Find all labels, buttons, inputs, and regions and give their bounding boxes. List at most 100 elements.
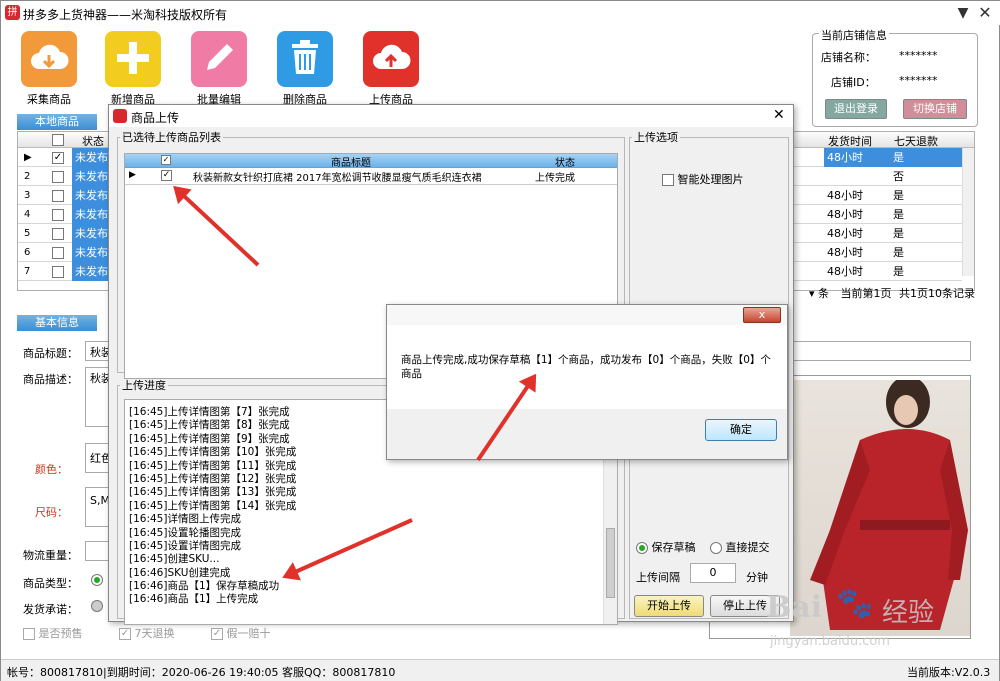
- row-ship-time: 48小时: [827, 265, 863, 278]
- row-number: 7: [24, 266, 31, 277]
- window-title: 拼多多上货神器——米淘科技版权所有: [23, 8, 228, 22]
- interval-label: 上传间隔: [636, 571, 680, 584]
- log-line: [16:45]上传详情图第【11】张完成: [129, 459, 297, 472]
- shop-name-label: 店铺名称：: [821, 51, 876, 64]
- shop-name-value: *******: [899, 49, 938, 62]
- row-checkbox[interactable]: [52, 224, 68, 243]
- color-label: 颜色：: [35, 463, 68, 476]
- type-label: 商品类型：: [23, 577, 78, 590]
- log-line: [16:46]SKU创建完成: [129, 566, 231, 579]
- smart-image-checkbox[interactable]: 智能处理图片: [662, 171, 744, 187]
- log-line: [16:45]上传详情图第【13】张完成: [129, 486, 297, 499]
- promise-label: 发货承诺：: [23, 603, 78, 616]
- row-refund: 是: [893, 265, 904, 278]
- direct-submit-radio[interactable]: 直接提交: [710, 539, 770, 555]
- pager-dropdown-icon[interactable]: ▾: [809, 287, 818, 300]
- row-refund: 是: [890, 148, 962, 167]
- message-box-close-icon[interactable]: x: [743, 307, 781, 323]
- row-ship-time: 48小时: [827, 208, 863, 221]
- pager-unit: 条: [818, 287, 830, 300]
- log-line: [16:45]上传详情图第【7】张完成: [129, 406, 290, 418]
- product-photo: [790, 376, 970, 636]
- shop-id-label: 店铺ID：: [831, 76, 876, 89]
- row-number: 4: [24, 209, 31, 220]
- logout-button[interactable]: 退出登录: [825, 99, 887, 119]
- log-line: [16:45]上传详情图第【10】张完成: [129, 446, 297, 459]
- pencil-tool-button[interactable]: [191, 31, 247, 87]
- row-refund: 是: [893, 227, 904, 240]
- row-checkbox[interactable]: [52, 205, 68, 224]
- upload-list-legend: 已选待上传商品列表: [122, 131, 221, 144]
- upload-list-row[interactable]: ▶ ✓ 秋装新款女针织打底裙 2017年宽松调节收腰显瘦气质毛织连衣裙 上传完成: [125, 168, 617, 185]
- log-line: [16:46]商品【1】保存草稿成功: [129, 580, 280, 593]
- start-upload-button[interactable]: 开始上传: [634, 595, 704, 617]
- row-ship-time: [824, 167, 890, 186]
- title-label: 商品标题：: [23, 347, 78, 360]
- upload-progress-legend: 上传进度: [122, 379, 166, 392]
- app-logo-icon: 拼: [5, 5, 20, 20]
- row-checkbox[interactable]: ✓: [52, 148, 68, 167]
- dialog-logo-icon: [113, 109, 127, 123]
- log-scroll-thumb[interactable]: [606, 528, 615, 598]
- fake-refund-checkbox[interactable]: ✓ 假一赔十: [211, 625, 271, 641]
- row-number: 5: [24, 228, 31, 239]
- fake-refund-label: 假一赔十: [226, 627, 271, 640]
- row-checkbox[interactable]: [52, 167, 68, 186]
- close-icon[interactable]: ✕: [971, 3, 999, 23]
- shop-info-panel: 当前店铺信息 店铺名称： ******* 店铺ID： ******* 退出登录 …: [812, 27, 978, 127]
- row-number: 3: [24, 190, 31, 201]
- save-draft-radio[interactable]: 保存草稿: [636, 539, 696, 555]
- row-number: 2: [24, 171, 31, 182]
- tab-basic-info[interactable]: 基本信息: [17, 315, 97, 331]
- upload-item-title: 秋装新款女针织打底裙 2017年宽松调节收腰显瘦气质毛织连衣裙: [193, 173, 482, 184]
- interval-unit: 分钟: [746, 571, 768, 584]
- stop-upload-button[interactable]: 停止上传: [710, 595, 780, 617]
- version-info: 当前版本:V2.0.3: [907, 666, 991, 679]
- trash-tool-button[interactable]: [277, 31, 333, 87]
- row-refund: 是: [893, 189, 904, 202]
- plus-tool-button[interactable]: [105, 31, 161, 87]
- trash-icon: [290, 39, 320, 79]
- upload-dialog-title: 商品上传: [131, 111, 180, 125]
- size-label: 尺码：: [35, 506, 68, 519]
- log-line: [16:45]详情图上传完成: [129, 513, 241, 526]
- upload-options-legend: 上传选项: [634, 131, 678, 144]
- log-line: [16:45]上传详情图第【14】张完成: [129, 499, 297, 512]
- upload-row-checkbox[interactable]: ✓: [161, 170, 172, 181]
- interval-input[interactable]: 0: [690, 563, 736, 583]
- cloud-download-icon: [29, 43, 69, 76]
- refund-header: 七天退款: [894, 135, 938, 148]
- row-checkbox[interactable]: [52, 243, 68, 262]
- tab-local-products[interactable]: 本地商品: [17, 114, 97, 130]
- log-line: [16:45]设置轮播图完成: [129, 526, 241, 539]
- row-ship-time: 48小时: [827, 227, 863, 240]
- cloud-upload-tool-button[interactable]: [363, 31, 419, 87]
- row-checkbox[interactable]: [52, 186, 68, 205]
- save-draft-label: 保存草稿: [651, 541, 696, 554]
- shop-info-legend: 当前店铺信息: [819, 27, 889, 43]
- presale-checkbox[interactable]: 是否预售: [23, 625, 83, 641]
- pencil-icon: [201, 40, 237, 79]
- seven-day-checkbox[interactable]: ✓ 7天退换: [119, 625, 175, 641]
- upload-dialog-titlebar: 商品上传 ✕: [109, 105, 793, 127]
- upload-dialog-close-icon[interactable]: ✕: [773, 107, 785, 123]
- upload-select-all-checkbox[interactable]: ✓: [161, 155, 171, 165]
- seven-day-label: 7天退换: [134, 627, 175, 640]
- log-line: [16:45]设置详情图完成: [129, 539, 241, 552]
- ship-time-header: 发货时间: [828, 135, 872, 148]
- grid-scrollbar[interactable]: [962, 148, 974, 276]
- promise-radio[interactable]: [91, 600, 103, 612]
- tool-label: 采集商品: [27, 93, 71, 106]
- direct-submit-label: 直接提交: [725, 541, 770, 554]
- message-box-titlebar: x: [387, 305, 787, 325]
- log-lines: [16:45]上传详情图第【7】张完成 [16:45]上传详情图第【8】张完成 [1…: [129, 406, 296, 607]
- switch-shop-button[interactable]: 切换店铺: [903, 99, 967, 119]
- select-all-checkbox[interactable]: [52, 134, 64, 146]
- weight-label: 物流重量：: [23, 549, 78, 562]
- row-checkbox[interactable]: [52, 262, 68, 281]
- cloud-download-tool-button[interactable]: [21, 31, 77, 87]
- log-line: [16:45]上传详情图第【9】张完成: [129, 432, 290, 445]
- type-radio[interactable]: [91, 574, 103, 586]
- cloud-upload-icon: [371, 43, 411, 76]
- ok-button[interactable]: 确定: [705, 419, 777, 441]
